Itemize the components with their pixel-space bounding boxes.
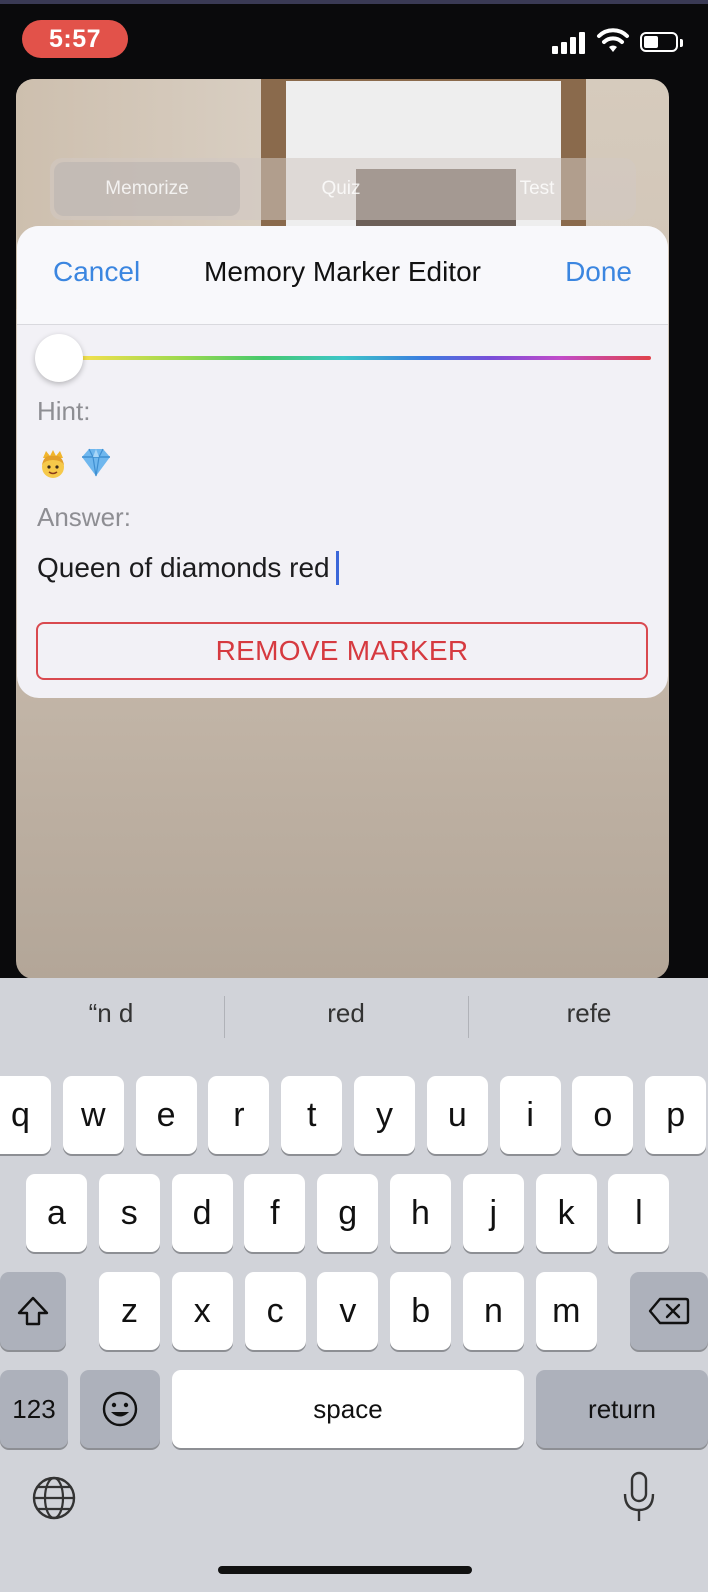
answer-text: Queen of diamonds red	[37, 552, 330, 583]
editor-header: Cancel Memory Marker Editor Done	[17, 226, 668, 325]
backspace-icon	[648, 1297, 690, 1325]
globe-icon[interactable]	[30, 1474, 78, 1522]
shift-icon	[17, 1296, 49, 1326]
hint-label: Hint:	[37, 396, 91, 426]
key-e[interactable]: e	[135, 1076, 197, 1154]
answer-label: Answer:	[37, 502, 131, 532]
prediction-divider	[468, 996, 469, 1038]
top-edge	[0, 0, 708, 4]
color-slider-thumb[interactable]	[35, 334, 83, 382]
hint-field[interactable]	[37, 444, 137, 484]
remove-marker-button[interactable]: REMOVE MARKER	[36, 622, 648, 680]
key-q[interactable]: q	[0, 1076, 51, 1154]
princess-icon	[42, 450, 64, 478]
gem-icon	[82, 448, 110, 477]
key-l[interactable]: l	[608, 1174, 670, 1252]
memory-marker-editor: Cancel Memory Marker Editor Done Hint: A…	[17, 226, 668, 698]
done-button[interactable]: Done	[565, 256, 632, 288]
key-b[interactable]: b	[390, 1272, 452, 1350]
signal-icon	[552, 32, 586, 54]
key-i[interactable]: i	[499, 1076, 561, 1154]
key-p[interactable]: p	[645, 1076, 707, 1154]
key-f[interactable]: f	[244, 1174, 306, 1252]
key-t[interactable]: t	[281, 1076, 343, 1154]
key-r[interactable]: r	[208, 1076, 270, 1154]
segment-memorize[interactable]: Memorize	[54, 162, 240, 216]
battery-icon	[640, 32, 678, 52]
delete-key[interactable]	[630, 1272, 708, 1350]
prediction-3[interactable]: refe	[470, 978, 708, 1048]
phone-screen: 5:57 Memorize Quiz Test Cancel Memory Ma…	[0, 0, 708, 1592]
mode-segmented-control: Memorize Quiz Test	[50, 158, 636, 220]
segment-test[interactable]: Test	[442, 158, 632, 220]
return-key[interactable]: return	[536, 1370, 708, 1448]
home-indicator[interactable]	[218, 1566, 472, 1574]
emoji-key[interactable]	[80, 1370, 160, 1448]
key-k[interactable]: k	[535, 1174, 597, 1252]
battery-fill	[644, 36, 658, 48]
color-slider-track[interactable]	[81, 356, 651, 360]
key-a[interactable]: a	[26, 1174, 87, 1252]
key-j[interactable]: j	[462, 1174, 524, 1252]
key-w[interactable]: w	[62, 1076, 124, 1154]
key-g[interactable]: g	[317, 1174, 379, 1252]
key-d[interactable]: d	[171, 1174, 233, 1252]
segment-quiz[interactable]: Quiz	[246, 158, 436, 220]
prediction-2[interactable]: red	[226, 978, 466, 1048]
status-icons	[552, 28, 683, 56]
wifi-icon	[597, 28, 629, 52]
key-m[interactable]: m	[535, 1272, 597, 1350]
key-y[interactable]: y	[354, 1076, 415, 1154]
key-n[interactable]: n	[463, 1272, 524, 1350]
key-c[interactable]: c	[244, 1272, 306, 1350]
emoji-icon	[102, 1391, 138, 1427]
space-key[interactable]: space	[172, 1370, 524, 1448]
key-u[interactable]: u	[426, 1076, 488, 1154]
shift-key[interactable]	[0, 1272, 66, 1350]
key-z[interactable]: z	[99, 1272, 160, 1350]
key-v[interactable]: v	[317, 1272, 379, 1350]
answer-field[interactable]: Queen of diamonds red	[37, 551, 339, 585]
microphone-icon[interactable]	[620, 1470, 658, 1526]
key-h[interactable]: h	[390, 1174, 451, 1252]
battery-tip	[680, 39, 683, 47]
keyboard: “n d red refe qwertyuiop asdfghjkl zxcvb…	[0, 978, 708, 1592]
prediction-divider	[224, 996, 225, 1038]
key-x[interactable]: x	[171, 1272, 233, 1350]
text-cursor	[335, 551, 339, 585]
key-o[interactable]: o	[572, 1076, 634, 1154]
prediction-1[interactable]: “n d	[0, 978, 222, 1048]
key-s[interactable]: s	[98, 1174, 160, 1252]
numbers-key[interactable]: 123	[0, 1370, 68, 1448]
status-time[interactable]: 5:57	[22, 20, 128, 58]
